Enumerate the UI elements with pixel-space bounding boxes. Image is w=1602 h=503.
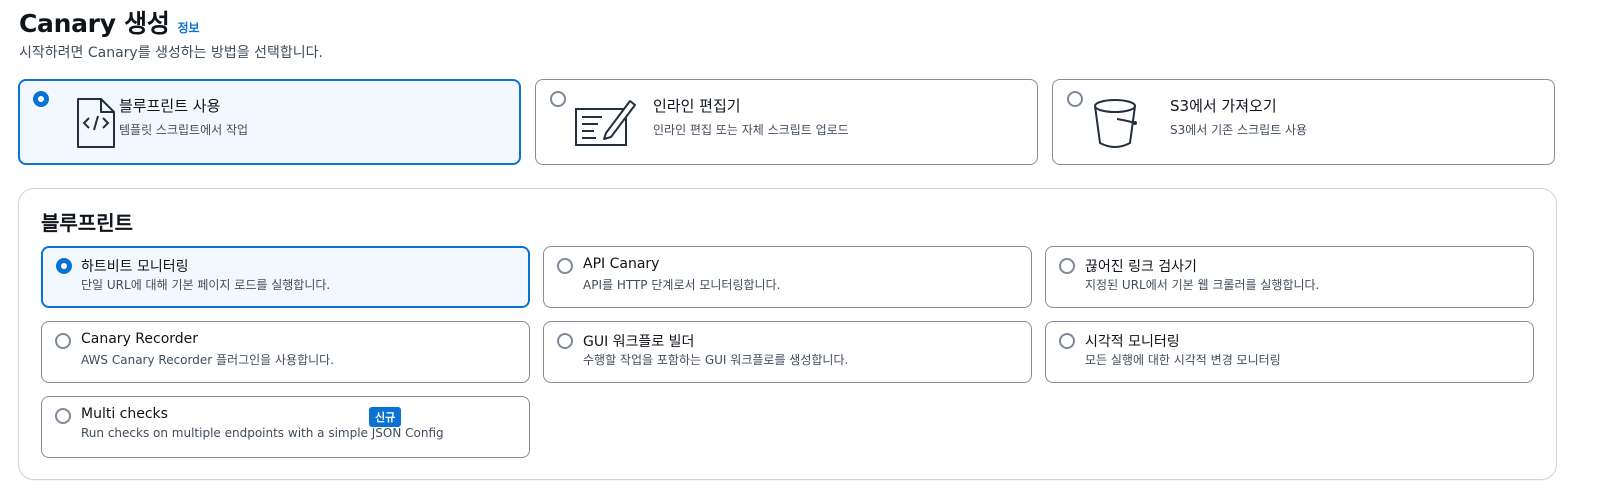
blueprint-tile-heartbeat[interactable]: 하트비트 모니터링 단일 URL에 대해 기본 페이지 로드를 실행합니다.: [41, 246, 530, 308]
radio-button[interactable]: [55, 333, 71, 349]
radio-button[interactable]: [1059, 333, 1075, 349]
blueprint-description: 지정된 URL에서 기본 웹 크롤러를 실행합니다.: [1085, 278, 1320, 292]
inline-editor-icon: [572, 95, 636, 151]
radio-button[interactable]: [550, 91, 566, 107]
bucket-icon: [1089, 95, 1149, 151]
page-title: Canary 생성: [19, 9, 170, 38]
blueprint-title: Multi checks: [81, 406, 168, 422]
blueprint-title: 끊어진 링크 검사기: [1085, 259, 1197, 275]
blueprint-title: Canary Recorder: [81, 331, 199, 347]
method-title: 인라인 편집기: [653, 97, 741, 115]
radio-button[interactable]: [1067, 91, 1083, 107]
blueprint-description: AWS Canary Recorder 플러그인을 사용합니다.: [81, 353, 335, 367]
create-canary-page: Canary 생성 정보 시작하려면 Canary를 생성하는 방법을 선택합니…: [0, 0, 1602, 503]
blueprint-description: 단일 URL에 대해 기본 페이지 로드를 실행합니다.: [81, 278, 331, 292]
radio-button[interactable]: [55, 408, 71, 424]
radio-button[interactable]: [557, 333, 573, 349]
blueprint-title: 하트비트 모니터링: [81, 259, 189, 275]
blueprint-tile-api-canary[interactable]: API Canary API를 HTTP 단계로서 모니터링합니다.: [543, 246, 1032, 308]
blueprint-title: API Canary: [583, 256, 660, 272]
blueprint-tile-broken-link-checker[interactable]: 끊어진 링크 검사기 지정된 URL에서 기본 웹 크롤러를 실행합니다.: [1045, 246, 1534, 308]
blueprint-description: 수행할 작업을 포함하는 GUI 워크플로를 생성합니다.: [583, 353, 849, 367]
radio-button[interactable]: [56, 258, 72, 274]
blueprint-description: Run checks on multiple endpoints with a …: [81, 426, 444, 440]
new-badge: 신규: [369, 407, 402, 427]
blueprint-container: 블루프린트 하트비트 모니터링 단일 URL에 대해 기본 페이지 로드를 실행…: [18, 188, 1557, 480]
method-title: 블루프린트 사용: [119, 97, 221, 115]
method-tile-s3-import[interactable]: S3에서 가져오기 S3에서 기존 스크립트 사용: [1052, 79, 1555, 165]
blueprint-description: 모든 실행에 대한 시각적 변경 모니터링: [1085, 353, 1281, 367]
method-description: 인라인 편집 또는 자체 스크립트 업로드: [653, 123, 849, 137]
blueprint-description: API를 HTTP 단계로서 모니터링합니다.: [583, 278, 781, 292]
method-tile-inline-editor[interactable]: 인라인 편집기 인라인 편집 또는 자체 스크립트 업로드: [535, 79, 1038, 165]
blueprint-tile-canary-recorder[interactable]: Canary Recorder AWS Canary Recorder 플러그인…: [41, 321, 530, 383]
blueprint-tile-multi-checks[interactable]: Multi checks 신규 Run checks on multiple e…: [41, 396, 530, 458]
radio-button[interactable]: [33, 91, 49, 107]
section-title: 블루프린트: [41, 211, 133, 235]
blueprint-tile-gui-workflow-builder[interactable]: GUI 워크플로 빌더 수행할 작업을 포함하는 GUI 워크플로를 생성합니다…: [543, 321, 1032, 383]
method-description: S3에서 기존 스크립트 사용: [1170, 123, 1308, 137]
code-document-icon: [56, 95, 116, 151]
method-description: 템플릿 스크립트에서 작업: [119, 123, 249, 137]
page-subtitle: 시작하려면 Canary를 생성하는 방법을 선택합니다.: [19, 45, 323, 61]
blueprint-title: 시각적 모니터링: [1085, 334, 1180, 350]
blueprint-title: GUI 워크플로 빌더: [583, 334, 695, 350]
blueprint-tile-visual-monitoring[interactable]: 시각적 모니터링 모든 실행에 대한 시각적 변경 모니터링: [1045, 321, 1534, 383]
method-tile-blueprint[interactable]: 블루프린트 사용 템플릿 스크립트에서 작업: [18, 79, 521, 165]
radio-button[interactable]: [1059, 258, 1075, 274]
page-header: Canary 생성 정보: [19, 4, 200, 40]
radio-button[interactable]: [557, 258, 573, 274]
creation-method-group: 블루프린트 사용 템플릿 스크립트에서 작업 인라인 편집기 인라인 편집 또는…: [18, 79, 1588, 167]
info-link[interactable]: 정보: [178, 19, 200, 36]
method-title: S3에서 가져오기: [1170, 97, 1277, 115]
